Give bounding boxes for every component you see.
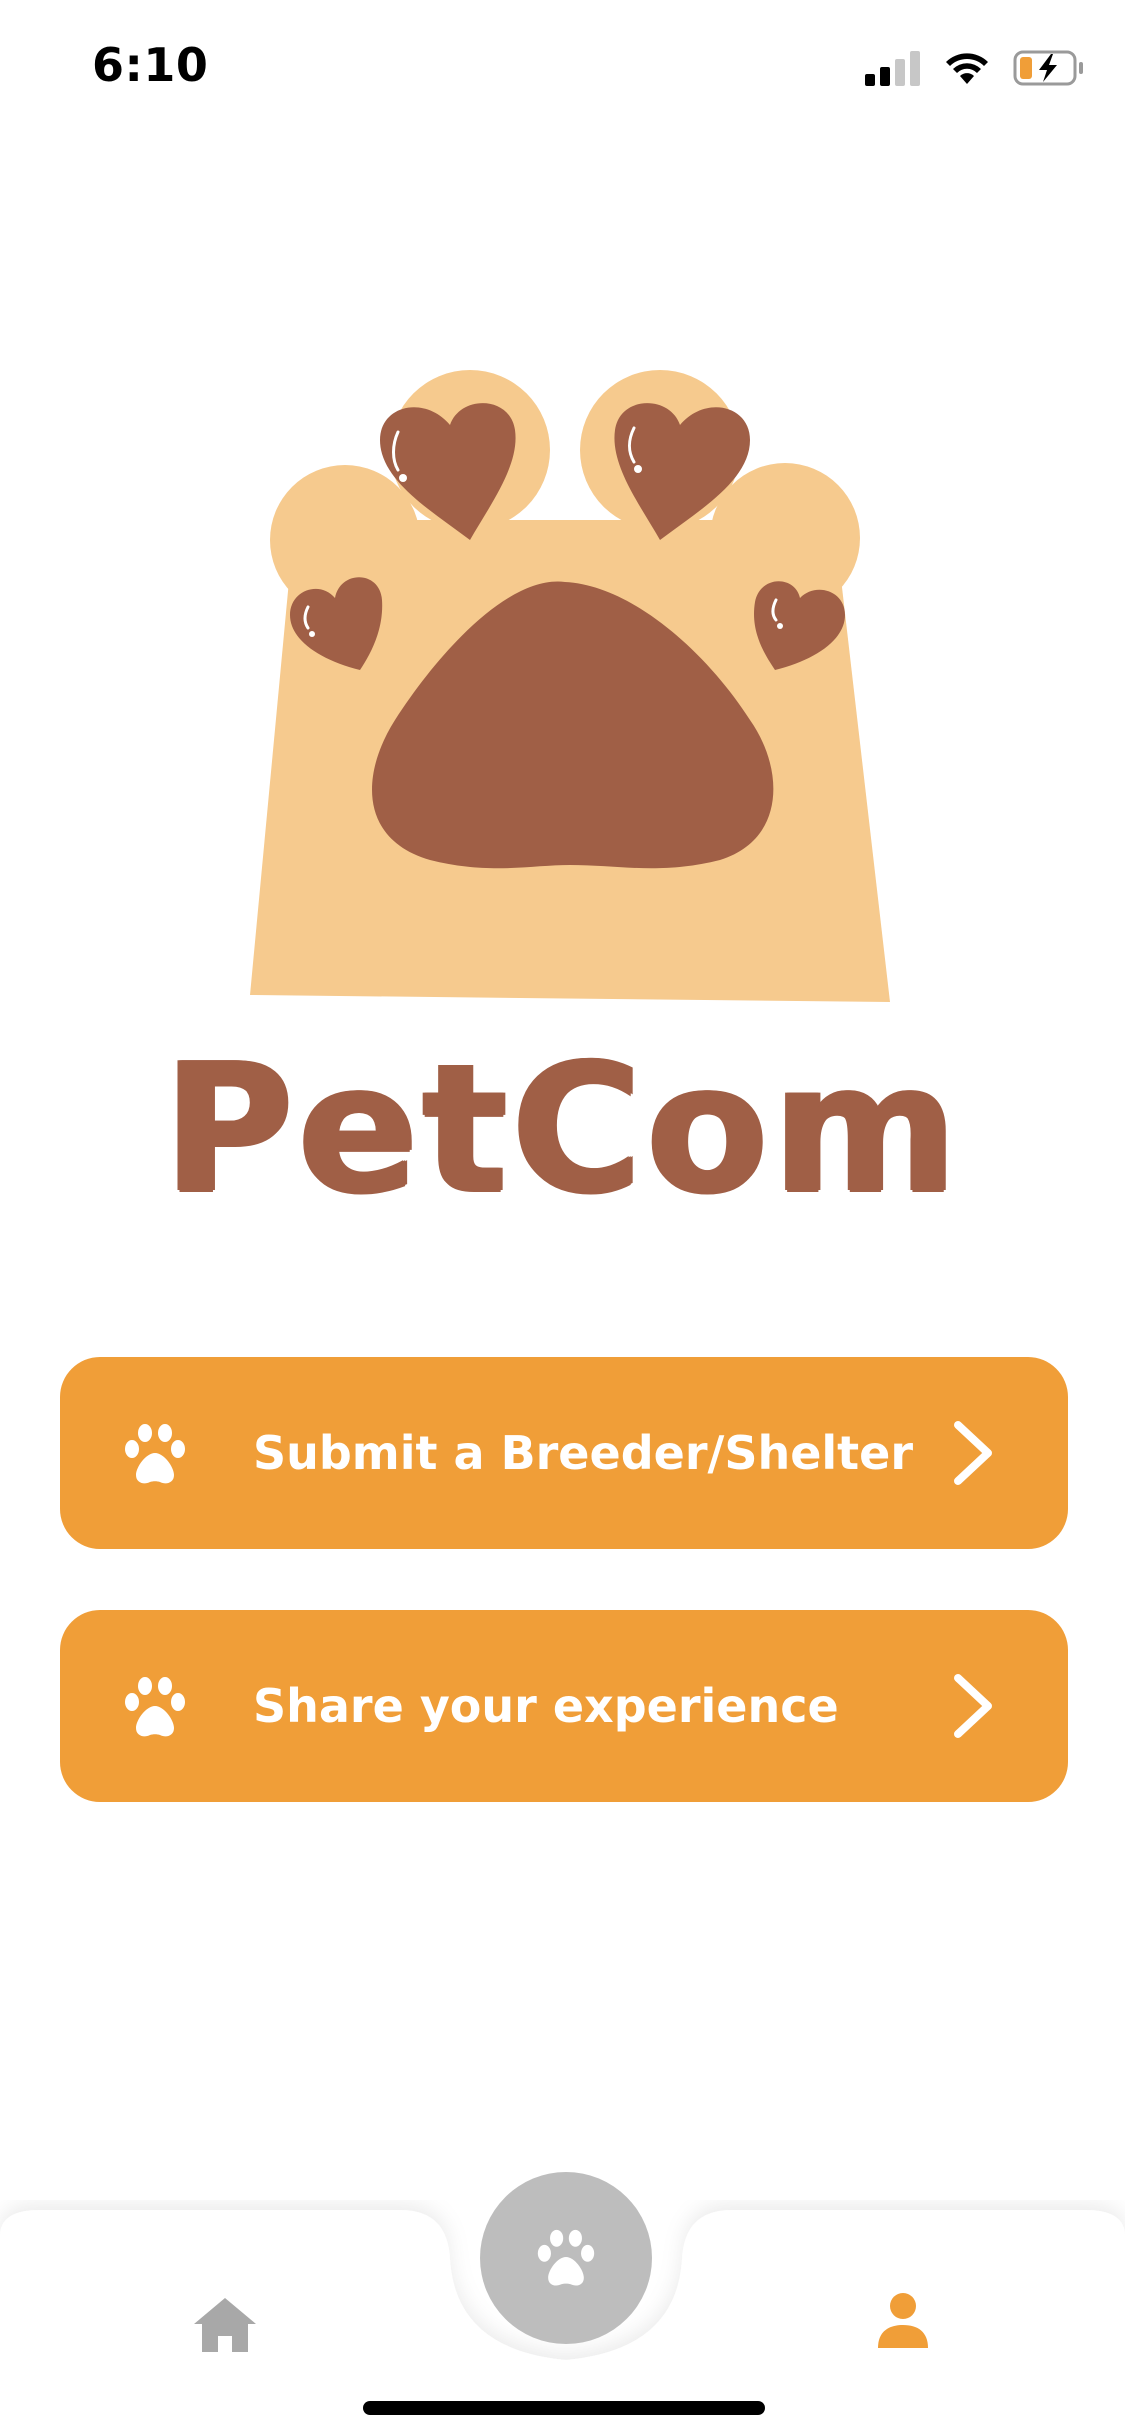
share-experience-label: Share your experience (253, 1679, 839, 1733)
submit-breeder-shelter-label: Submit a Breeder/Shelter (253, 1426, 914, 1480)
submit-breeder-shelter-button[interactable]: Submit a Breeder/Shelter (60, 1357, 1068, 1549)
brand-name: PetCom (163, 1025, 962, 1232)
wifi-icon (946, 53, 988, 84)
profile-icon[interactable] (876, 2292, 930, 2350)
chevron-right-icon (954, 1674, 992, 1738)
status-time: 6:10 (92, 38, 209, 92)
status-bar: 6:10 (0, 0, 1125, 140)
chevron-right-icon (954, 1421, 992, 1485)
nav-center-paw-button[interactable] (480, 2172, 652, 2344)
signal-icon (865, 51, 920, 86)
home-indicator[interactable] (363, 2401, 765, 2415)
battery-charging-icon (1013, 50, 1083, 86)
petcom-paw-logo (250, 370, 890, 1002)
status-icons (865, 48, 1085, 88)
paw-icon (125, 1424, 185, 1484)
paw-icon (125, 1677, 185, 1737)
share-experience-button[interactable]: Share your experience (60, 1610, 1068, 1802)
home-icon[interactable] (192, 2296, 258, 2354)
paw-icon (537, 2229, 595, 2286)
